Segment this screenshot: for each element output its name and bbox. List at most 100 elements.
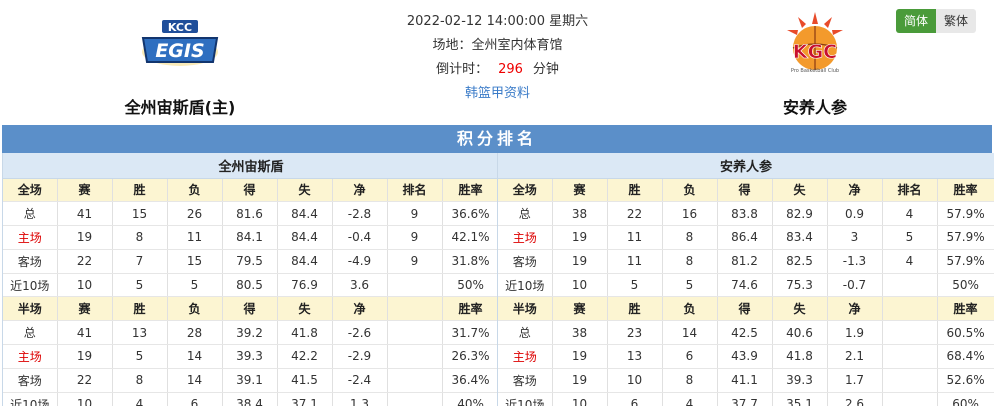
table-cell: 19 [552, 225, 608, 250]
table-cell: 6 [167, 392, 223, 406]
home-team: KCC EGIS 全州宙斯盾(主) [80, 10, 280, 118]
table-cell: 42.5 [717, 320, 773, 346]
match-venue: 场地：全州室内体育馆 [360, 34, 635, 58]
column-header: 得 [717, 178, 773, 203]
column-header: 净 [332, 178, 388, 203]
table-cell: 38.4 [222, 392, 278, 406]
table-cell: 总 [498, 201, 553, 227]
league-info-link[interactable]: 韩篮甲资料 [465, 86, 530, 101]
table-cell [387, 320, 443, 346]
table-cell: 39.1 [222, 368, 278, 393]
table-cell: 主场 [498, 225, 553, 250]
column-header: 得 [222, 178, 278, 203]
table-cell: 60.5% [937, 320, 994, 346]
table-row: 总 38 22 16 83.8 82.9 0.9 4 57.9% [498, 201, 994, 227]
table-cell: 76.9 [277, 273, 333, 298]
table-cell: 10 [57, 392, 113, 406]
column-header: 负 [167, 178, 223, 203]
table-cell: 14 [167, 368, 223, 393]
match-info: 2022-02-12 14:00:00 星期六 场地：全州室内体育馆 倒计时： 2… [360, 10, 635, 106]
column-header: 半场 [498, 296, 553, 322]
table-cell: 3.6 [332, 273, 388, 298]
table-cell: 总 [3, 320, 58, 346]
away-team-logo[interactable]: KGC Pro Basketball Club [770, 10, 860, 82]
table-cell: 8 [662, 249, 718, 274]
column-header: 净 [332, 296, 388, 322]
table-cell: 43.9 [717, 344, 773, 369]
table-cell: 2.6 [827, 392, 883, 406]
table-cell: 8 [662, 225, 718, 250]
table-cell: 5 [607, 273, 663, 298]
table-cell: 41.5 [277, 368, 333, 393]
table-cell: 13 [112, 320, 168, 346]
table-cell: 57.9% [937, 225, 994, 250]
table-cell: 11 [607, 225, 663, 250]
column-header: 净 [827, 178, 883, 203]
table-cell: 57.9% [937, 201, 994, 227]
table-cell: 81.6 [222, 201, 278, 227]
table-cell: 84.4 [277, 249, 333, 274]
table-cell: 68.4% [937, 344, 994, 369]
table-cell [882, 368, 938, 393]
table-cell: 8 [662, 368, 718, 393]
table-cell: 10 [552, 273, 608, 298]
table-cell [882, 344, 938, 369]
table-cell: 5 [167, 273, 223, 298]
venue-value: 全州室内体育馆 [471, 38, 563, 53]
table-cell: 5 [112, 273, 168, 298]
svg-text:KCC: KCC [168, 21, 192, 34]
table-cell: 主场 [3, 225, 58, 250]
away-standings-table: 安养人参 全场赛胜负得失净排名 胜率总 38 22 16 83.8 82.9 0.9 4 57.9… [498, 153, 994, 406]
column-header: 失 [772, 296, 828, 322]
table-cell: 26.3% [442, 344, 500, 369]
column-header: 胜率 [442, 178, 500, 203]
table-cell: 22 [607, 201, 663, 227]
table-cell: 10 [607, 368, 663, 393]
table-cell [387, 344, 443, 369]
table-cell: 近10场 [498, 273, 553, 298]
table-cell: 57.9% [937, 249, 994, 274]
table-cell: 11 [607, 249, 663, 274]
venue-label: 场地： [432, 38, 472, 53]
table-cell: 36.4% [442, 368, 500, 393]
table-cell [387, 368, 443, 393]
table-cell: -2.6 [332, 320, 388, 346]
table-cell: 客场 [3, 368, 58, 393]
table-row: 近10场 10 5 5 80.5 76.9 3.6 50% [3, 273, 500, 298]
table-cell: 近10场 [3, 273, 58, 298]
table-cell: 7 [112, 249, 168, 274]
table-cell: 4 [662, 392, 718, 406]
column-header: 得 [222, 296, 278, 322]
column-header: 失 [277, 296, 333, 322]
column-header: 全场 [3, 178, 58, 203]
table-cell: 42.1% [442, 225, 500, 250]
table-cell: 84.4 [277, 225, 333, 250]
table-cell [882, 273, 938, 298]
column-header: 胜率 [937, 178, 994, 203]
table-cell: 15 [167, 249, 223, 274]
lang-simplified-button[interactable]: 简体 [896, 9, 936, 33]
table-cell: 4 [882, 249, 938, 274]
lang-traditional-button[interactable]: 繁体 [936, 9, 976, 33]
column-header: 胜 [607, 296, 663, 322]
table-cell: 14 [662, 320, 718, 346]
table-cell: 74.6 [717, 273, 773, 298]
table-cell: 38 [552, 201, 608, 227]
svg-text:KGC: KGC [793, 41, 837, 63]
table-cell: 4 [882, 201, 938, 227]
column-header: 胜 [112, 296, 168, 322]
column-header: 胜 [607, 178, 663, 203]
away-standings-panel: 安养人参 全场赛胜负得失净排名 胜率总 38 22 16 83.8 82.9 0.9 4 57.9… [497, 153, 994, 406]
table-cell: 2.1 [827, 344, 883, 369]
home-team-logo[interactable]: KCC EGIS [135, 10, 225, 82]
table-cell: 50% [442, 273, 500, 298]
column-header: 得 [717, 296, 773, 322]
table-cell: 0.9 [827, 201, 883, 227]
table-cell: 39.3 [772, 368, 828, 393]
table-cell: 22 [57, 249, 113, 274]
table-cell: 19 [552, 344, 608, 369]
column-header: 半场 [3, 296, 58, 322]
table-cell: 16 [662, 201, 718, 227]
table-cell: 31.7% [442, 320, 500, 346]
home-table-team-name: 全州宙斯盾 [3, 153, 500, 179]
